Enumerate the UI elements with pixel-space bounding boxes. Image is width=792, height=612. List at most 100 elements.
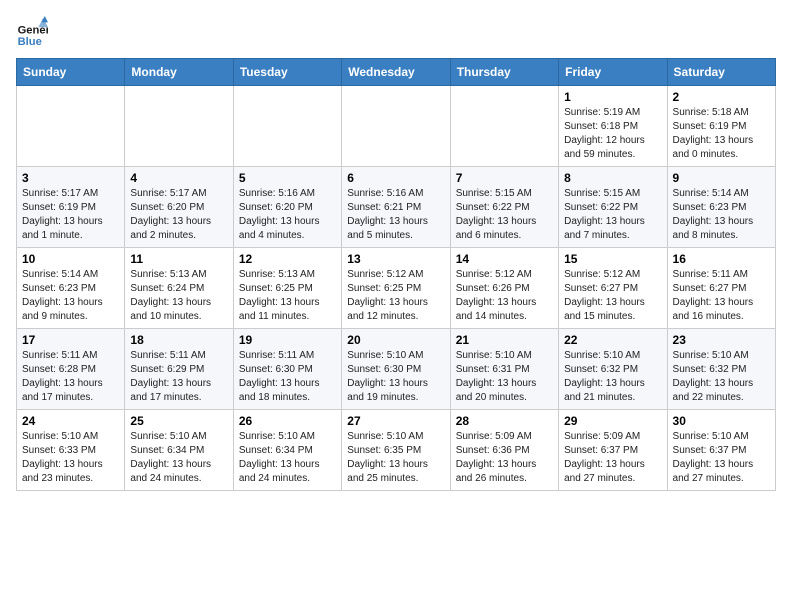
calendar-cell: 27 Sunrise: 5:10 AM Sunset: 6:35 PM Dayli… <box>342 410 450 491</box>
day-number: 6 <box>347 171 444 185</box>
day-detail: Sunrise: 5:10 AM Sunset: 6:34 PM Dayligh… <box>130 430 227 486</box>
calendar-cell: 25 Sunrise: 5:10 AM Sunset: 6:34 PM Dayli… <box>125 410 233 491</box>
day-number: 27 <box>347 414 444 428</box>
calendar-cell <box>125 86 233 167</box>
day-detail: Sunrise: 5:15 AM Sunset: 6:22 PM Dayligh… <box>564 187 661 243</box>
calendar-cell: 2 Sunrise: 5:18 AM Sunset: 6:19 PM Daylig… <box>667 86 775 167</box>
day-number: 3 <box>22 171 119 185</box>
calendar-cell <box>17 86 125 167</box>
day-number: 20 <box>347 333 444 347</box>
day-detail: Sunrise: 5:11 AM Sunset: 6:30 PM Dayligh… <box>239 349 336 405</box>
day-detail: Sunrise: 5:10 AM Sunset: 6:35 PM Dayligh… <box>347 430 444 486</box>
calendar-cell: 11 Sunrise: 5:13 AM Sunset: 6:24 PM Dayli… <box>125 248 233 329</box>
day-detail: Sunrise: 5:16 AM Sunset: 6:21 PM Dayligh… <box>347 187 444 243</box>
weekday-header: Friday <box>559 59 667 86</box>
day-number: 23 <box>673 333 770 347</box>
weekday-header: Saturday <box>667 59 775 86</box>
day-number: 4 <box>130 171 227 185</box>
calendar-cell: 22 Sunrise: 5:10 AM Sunset: 6:32 PM Dayli… <box>559 329 667 410</box>
calendar-cell: 13Sunrise: 5:12 AM Sunset: 6:25 PM Dayli… <box>342 248 450 329</box>
day-detail: Sunrise: 5:10 AM Sunset: 6:37 PM Dayligh… <box>673 430 770 486</box>
day-number: 21 <box>456 333 553 347</box>
weekday-header: Sunday <box>17 59 125 86</box>
day-detail: Sunrise: 5:09 AM Sunset: 6:36 PM Dayligh… <box>456 430 553 486</box>
calendar-cell: 26Sunrise: 5:10 AM Sunset: 6:34 PM Dayli… <box>233 410 341 491</box>
day-number: 24 <box>22 414 119 428</box>
day-number: 2 <box>673 90 770 104</box>
day-detail: Sunrise: 5:10 AM Sunset: 6:33 PM Dayligh… <box>22 430 119 486</box>
day-detail: Sunrise: 5:14 AM Sunset: 6:23 PM Dayligh… <box>22 268 119 324</box>
day-detail: Sunrise: 5:19 AM Sunset: 6:18 PM Dayligh… <box>564 106 661 162</box>
calendar-cell: 29 Sunrise: 5:09 AM Sunset: 6:37 PM Dayli… <box>559 410 667 491</box>
day-detail: Sunrise: 5:14 AM Sunset: 6:23 PM Dayligh… <box>673 187 770 243</box>
day-detail: Sunrise: 5:18 AM Sunset: 6:19 PM Dayligh… <box>673 106 770 162</box>
calendar-cell: 14Sunrise: 5:12 AM Sunset: 6:26 PM Dayli… <box>450 248 558 329</box>
calendar-cell: 9 Sunrise: 5:14 AM Sunset: 6:23 PM Daylig… <box>667 167 775 248</box>
day-number: 12 <box>239 252 336 266</box>
day-number: 30 <box>673 414 770 428</box>
week-row: 3Sunrise: 5:17 AM Sunset: 6:19 PM Daylig… <box>17 167 776 248</box>
calendar-cell <box>342 86 450 167</box>
day-number: 10 <box>22 252 119 266</box>
day-number: 19 <box>239 333 336 347</box>
calendar-cell: 1 Sunrise: 5:19 AM Sunset: 6:18 PM Daylig… <box>559 86 667 167</box>
calendar-cell: 12 Sunrise: 5:13 AM Sunset: 6:25 PM Dayli… <box>233 248 341 329</box>
day-number: 14 <box>456 252 553 266</box>
day-number: 28 <box>456 414 553 428</box>
day-number: 16 <box>673 252 770 266</box>
day-number: 8 <box>564 171 661 185</box>
week-row: 10 Sunrise: 5:14 AM Sunset: 6:23 PM Dayli… <box>17 248 776 329</box>
calendar-cell: 17 Sunrise: 5:11 AM Sunset: 6:28 PM Dayli… <box>17 329 125 410</box>
day-number: 1 <box>564 90 661 104</box>
day-detail: Sunrise: 5:10 AM Sunset: 6:32 PM Dayligh… <box>564 349 661 405</box>
day-number: 5 <box>239 171 336 185</box>
calendar-cell: 28 Sunrise: 5:09 AM Sunset: 6:36 PM Dayli… <box>450 410 558 491</box>
day-detail: Sunrise: 5:12 AM Sunset: 6:25 PM Dayligh… <box>347 268 444 324</box>
day-number: 25 <box>130 414 227 428</box>
calendar-cell: 30 Sunrise: 5:10 AM Sunset: 6:37 PM Dayli… <box>667 410 775 491</box>
day-number: 22 <box>564 333 661 347</box>
calendar-cell: 5 Sunrise: 5:16 AM Sunset: 6:20 PM Daylig… <box>233 167 341 248</box>
calendar-cell: 4 Sunrise: 5:17 AM Sunset: 6:20 PM Daylig… <box>125 167 233 248</box>
svg-text:Blue: Blue <box>18 36 42 48</box>
calendar-cell: 15Sunrise: 5:12 AM Sunset: 6:27 PM Dayli… <box>559 248 667 329</box>
day-detail: Sunrise: 5:11 AM Sunset: 6:29 PM Dayligh… <box>130 349 227 405</box>
calendar-cell <box>450 86 558 167</box>
calendar-cell: 7Sunrise: 5:15 AM Sunset: 6:22 PM Daylig… <box>450 167 558 248</box>
day-detail: Sunrise: 5:10 AM Sunset: 6:31 PM Dayligh… <box>456 349 553 405</box>
day-number: 18 <box>130 333 227 347</box>
calendar-cell: 21 Sunrise: 5:10 AM Sunset: 6:31 PM Dayli… <box>450 329 558 410</box>
weekday-header: Tuesday <box>233 59 341 86</box>
day-number: 9 <box>673 171 770 185</box>
day-detail: Sunrise: 5:13 AM Sunset: 6:25 PM Dayligh… <box>239 268 336 324</box>
day-detail: Sunrise: 5:11 AM Sunset: 6:27 PM Dayligh… <box>673 268 770 324</box>
week-row: 1 Sunrise: 5:19 AM Sunset: 6:18 PM Daylig… <box>17 86 776 167</box>
day-number: 26 <box>239 414 336 428</box>
day-detail: Sunrise: 5:17 AM Sunset: 6:20 PM Dayligh… <box>130 187 227 243</box>
calendar-cell: 23 Sunrise: 5:10 AM Sunset: 6:32 PM Dayli… <box>667 329 775 410</box>
day-detail: Sunrise: 5:10 AM Sunset: 6:30 PM Dayligh… <box>347 349 444 405</box>
day-number: 11 <box>130 252 227 266</box>
day-detail: Sunrise: 5:09 AM Sunset: 6:37 PM Dayligh… <box>564 430 661 486</box>
week-row: 24 Sunrise: 5:10 AM Sunset: 6:33 PM Dayli… <box>17 410 776 491</box>
day-detail: Sunrise: 5:10 AM Sunset: 6:32 PM Dayligh… <box>673 349 770 405</box>
calendar-cell: 24 Sunrise: 5:10 AM Sunset: 6:33 PM Dayli… <box>17 410 125 491</box>
calendar-cell <box>233 86 341 167</box>
weekday-header: Thursday <box>450 59 558 86</box>
calendar-cell: 8 Sunrise: 5:15 AM Sunset: 6:22 PM Daylig… <box>559 167 667 248</box>
weekday-header: Wednesday <box>342 59 450 86</box>
header: General Blue <box>16 16 776 48</box>
week-row: 17 Sunrise: 5:11 AM Sunset: 6:28 PM Dayli… <box>17 329 776 410</box>
calendar-cell: 18 Sunrise: 5:11 AM Sunset: 6:29 PM Dayli… <box>125 329 233 410</box>
day-number: 17 <box>22 333 119 347</box>
calendar-cell: 19 Sunrise: 5:11 AM Sunset: 6:30 PM Dayli… <box>233 329 341 410</box>
calendar-cell: 10 Sunrise: 5:14 AM Sunset: 6:23 PM Dayli… <box>17 248 125 329</box>
day-detail: Sunrise: 5:15 AM Sunset: 6:22 PM Dayligh… <box>456 187 553 243</box>
day-detail: Sunrise: 5:16 AM Sunset: 6:20 PM Dayligh… <box>239 187 336 243</box>
calendar-cell: 16 Sunrise: 5:11 AM Sunset: 6:27 PM Dayli… <box>667 248 775 329</box>
weekday-header: Monday <box>125 59 233 86</box>
weekday-header-row: SundayMondayTuesdayWednesdayThursdayFrid… <box>17 59 776 86</box>
day-detail: Sunrise: 5:13 AM Sunset: 6:24 PM Dayligh… <box>130 268 227 324</box>
day-detail: Sunrise: 5:11 AM Sunset: 6:28 PM Dayligh… <box>22 349 119 405</box>
day-number: 29 <box>564 414 661 428</box>
